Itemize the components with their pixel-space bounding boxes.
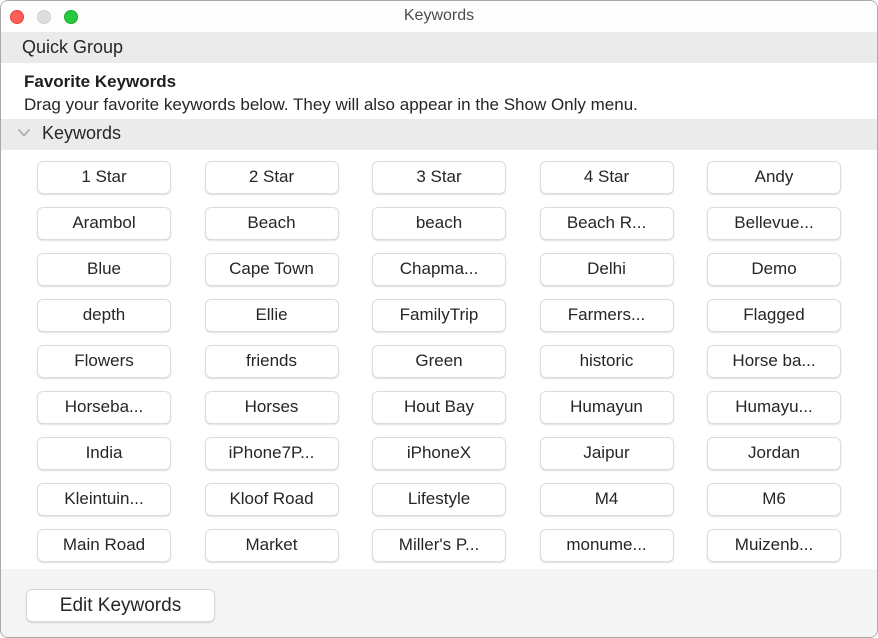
- keywords-section-label: Keywords: [42, 123, 122, 143]
- window-title: Keywords: [403, 7, 475, 24]
- keyword-button[interactable]: 4 Star: [539, 161, 674, 194]
- keyword-button[interactable]: friends: [204, 345, 339, 378]
- keyword-button[interactable]: Andy: [707, 161, 841, 194]
- keyword-button[interactable]: 2 Star: [204, 161, 339, 194]
- footer-bar: Edit Keywords: [1, 569, 877, 637]
- keyword-button[interactable]: Horses: [204, 391, 339, 424]
- keyword-button[interactable]: iPhone7P...: [204, 437, 339, 470]
- keyword-button[interactable]: 3 Star: [372, 161, 506, 194]
- keyword-button[interactable]: Arambol: [37, 207, 171, 240]
- keywords-window: Keywords Quick Group Favorite Keywords D…: [0, 0, 878, 638]
- keyword-button[interactable]: Flowers: [37, 345, 171, 378]
- keyword-button[interactable]: Lifestyle: [372, 483, 506, 516]
- keyword-button[interactable]: Hout Bay: [372, 391, 506, 424]
- keyword-button[interactable]: Main Road: [37, 529, 171, 562]
- keyword-button[interactable]: depth: [37, 299, 171, 332]
- chevron-down-icon[interactable]: [17, 128, 31, 138]
- keyword-button-grid: 1 Star 2 Star 3 Star 4 Star Andy Arambol Beach…: [37, 161, 841, 562]
- keyword-button[interactable]: beach: [372, 207, 506, 240]
- quick-group-header: Quick Group: [1, 32, 877, 63]
- keyword-button[interactable]: M4: [539, 483, 674, 516]
- keyword-button[interactable]: Farmers...: [539, 299, 674, 332]
- keyword-button[interactable]: FamilyTrip: [372, 299, 506, 332]
- keyword-button[interactable]: Demo: [707, 253, 841, 286]
- keyword-button[interactable]: India: [37, 437, 171, 470]
- keyword-button[interactable]: Chapma...: [372, 253, 506, 286]
- keyword-button[interactable]: Humayun: [539, 391, 674, 424]
- keyword-button[interactable]: monume...: [539, 529, 674, 562]
- keyword-button[interactable]: M6: [707, 483, 841, 516]
- keyword-button[interactable]: Beach: [204, 207, 339, 240]
- keyword-button[interactable]: Jaipur: [539, 437, 674, 470]
- keyword-button[interactable]: Cape Town: [204, 253, 339, 286]
- keyword-button[interactable]: Bellevue...: [707, 207, 841, 240]
- keyword-button[interactable]: Kloof Road: [204, 483, 339, 516]
- keyword-button[interactable]: Miller's P...: [372, 529, 506, 562]
- edit-keywords-button[interactable]: Edit Keywords: [26, 589, 215, 622]
- keyword-button[interactable]: Ellie: [204, 299, 339, 332]
- keyword-button[interactable]: 1 Star: [37, 161, 171, 194]
- keyword-button[interactable]: Kleintuin...: [37, 483, 171, 516]
- keyword-button[interactable]: Horse ba...: [707, 345, 841, 378]
- keyword-button[interactable]: iPhoneX: [372, 437, 506, 470]
- keyword-button[interactable]: Blue: [37, 253, 171, 286]
- keyword-button[interactable]: Horseba...: [37, 391, 171, 424]
- keyword-button[interactable]: Humayu...: [707, 391, 841, 424]
- favorite-keywords-description: Drag your favorite keywords below. They …: [24, 95, 638, 114]
- title-bar[interactable]: Keywords: [1, 1, 877, 32]
- keyword-button[interactable]: Market: [204, 529, 339, 562]
- keyword-button[interactable]: historic: [539, 345, 674, 378]
- keyword-button[interactable]: Muizenb...: [707, 529, 841, 562]
- quick-group-label: Quick Group: [22, 37, 124, 57]
- favorite-keywords-title: Favorite Keywords: [24, 72, 177, 91]
- keyword-button[interactable]: Green: [372, 345, 506, 378]
- keywords-section-header[interactable]: Keywords: [1, 119, 877, 150]
- keyword-button[interactable]: Jordan: [707, 437, 841, 470]
- keyword-button[interactable]: Beach R...: [539, 207, 674, 240]
- keyword-button[interactable]: Delhi: [539, 253, 674, 286]
- keyword-button[interactable]: Flagged: [707, 299, 841, 332]
